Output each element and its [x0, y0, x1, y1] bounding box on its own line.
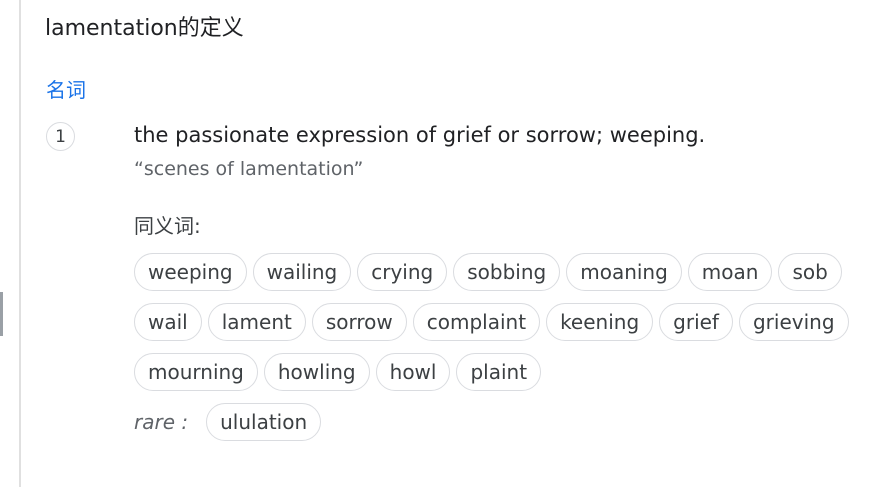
synonym-chip[interactable]: grieving — [738, 303, 849, 341]
rare-synonym-row: rare : ululation — [134, 403, 322, 441]
rare-label: rare : — [134, 410, 189, 434]
synonym-chip[interactable]: wailing — [252, 253, 352, 291]
synonym-chip[interactable]: complaint — [412, 303, 541, 341]
synonym-chip[interactable]: moaning — [566, 253, 682, 291]
synonym-chip[interactable]: grief — [659, 303, 733, 341]
synonym-chip[interactable]: plaint — [456, 353, 542, 391]
dictionary-panel: lamentation的定义 名词 1 the passionate expre… — [0, 0, 881, 487]
synonym-chip[interactable]: sorrow — [311, 303, 407, 341]
synonym-chip[interactable]: lament — [207, 303, 306, 341]
synonym-row: wail lament sorrow complaint keening gri… — [134, 303, 849, 341]
synonym-chip[interactable]: howl — [375, 353, 451, 391]
sense-number-badge: 1 — [46, 122, 75, 151]
synonym-chip[interactable]: howling — [263, 353, 370, 391]
left-divider — [19, 0, 21, 487]
synonym-chip[interactable]: mourning — [134, 353, 258, 391]
example-sentence: “scenes of lamentation” — [134, 158, 364, 180]
synonym-chip[interactable]: sob — [778, 253, 842, 291]
synonym-chip[interactable]: weeping — [134, 253, 247, 291]
synonym-row: mourning howling howl plaint — [134, 353, 542, 391]
synonym-chip[interactable]: sobbing — [453, 253, 561, 291]
synonym-row: weeping wailing crying sobbing moaning m… — [134, 253, 842, 291]
part-of-speech: 名词 — [46, 78, 86, 102]
synonym-chip[interactable]: keening — [546, 303, 654, 341]
synonyms-label: 同义词: — [134, 214, 201, 238]
definition-text: the passionate expression of grief or so… — [134, 123, 706, 147]
scrollbar[interactable] — [0, 292, 3, 336]
synonym-chip[interactable]: crying — [357, 253, 448, 291]
synonym-chip[interactable]: moan — [687, 253, 773, 291]
synonym-chip[interactable]: wail — [134, 303, 202, 341]
page-title: lamentation的定义 — [45, 16, 244, 41]
rare-synonym-chip[interactable]: ululation — [206, 403, 322, 441]
